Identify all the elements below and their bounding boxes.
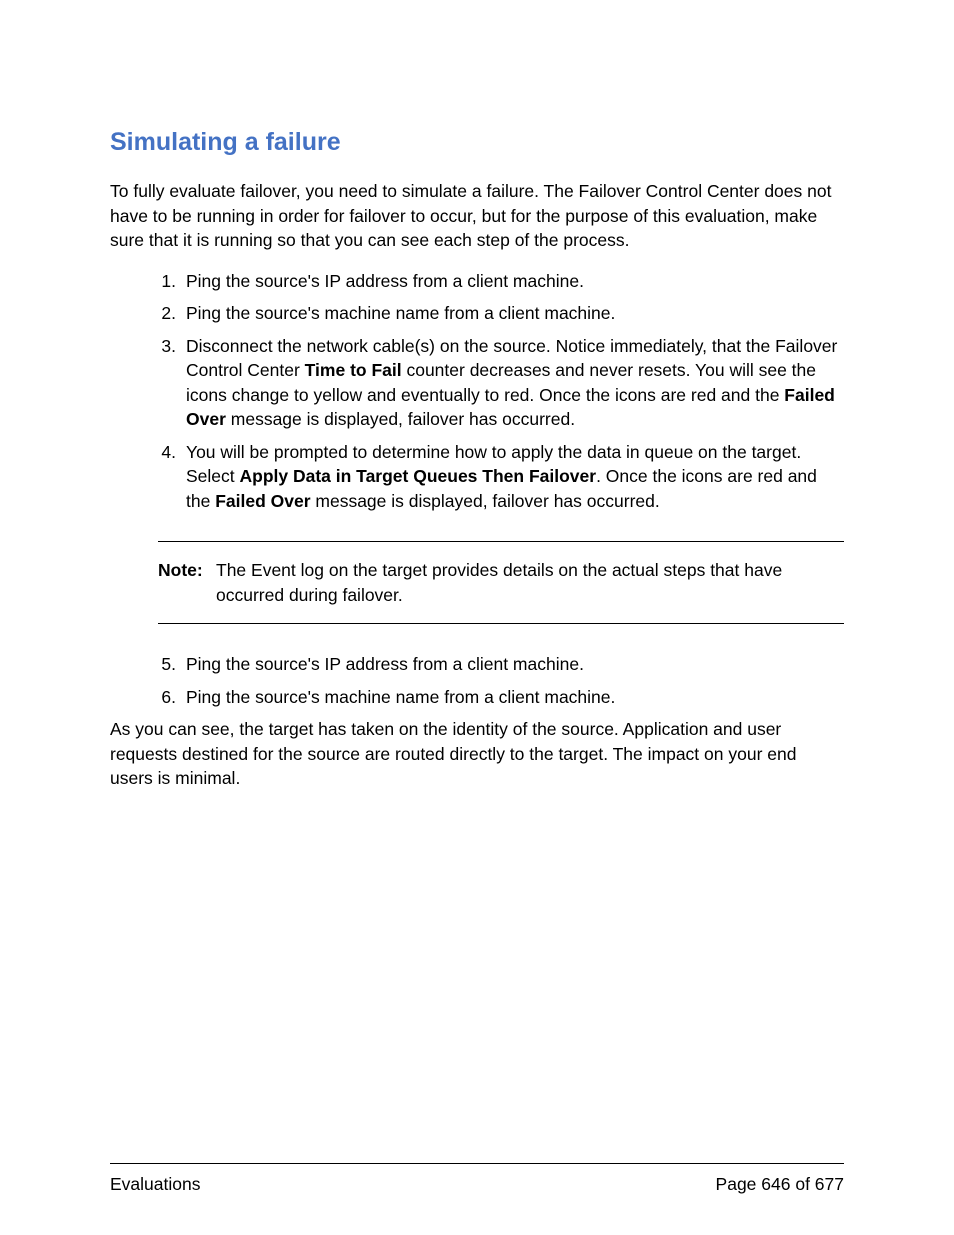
list-item: 5. Ping the source's IP address from a c… [158, 652, 844, 677]
note-row: Note: The Event log on the target provid… [158, 558, 844, 607]
list-text: Ping the source's IP address from a clie… [186, 652, 844, 677]
text-segment: message is displayed, failover has occur… [226, 409, 575, 429]
bold-text: Time to Fail [305, 360, 402, 380]
list-text: Disconnect the network cable(s) on the s… [186, 334, 844, 432]
page-content: Simulating a failure To fully evaluate f… [0, 0, 954, 791]
list-text: You will be prompted to determine how to… [186, 440, 844, 514]
list-item: 1. Ping the source's IP address from a c… [158, 269, 844, 294]
list-number: 4. [158, 440, 186, 514]
list-number: 2. [158, 301, 186, 326]
outro-paragraph: As you can see, the target has taken on … [110, 717, 844, 791]
intro-paragraph: To fully evaluate failover, you need to … [110, 179, 844, 253]
list-number: 3. [158, 334, 186, 432]
list-item: 2. Ping the source's machine name from a… [158, 301, 844, 326]
page-footer: Evaluations Page 646 of 677 [110, 1163, 844, 1195]
note-block: Note: The Event log on the target provid… [158, 541, 844, 624]
list-text: Ping the source's machine name from a cl… [186, 301, 844, 326]
footer-section-name: Evaluations [110, 1174, 200, 1195]
list-text: Ping the source's IP address from a clie… [186, 269, 844, 294]
note-text: The Event log on the target provides det… [216, 558, 844, 607]
list-item: 6. Ping the source's machine name from a… [158, 685, 844, 710]
list-number: 5. [158, 652, 186, 677]
list-number: 6. [158, 685, 186, 710]
footer-page-number: Page 646 of 677 [716, 1174, 844, 1195]
ordered-list: 1. Ping the source's IP address from a c… [110, 269, 844, 514]
ordered-list-continued: 5. Ping the source's IP address from a c… [110, 652, 844, 709]
list-number: 1. [158, 269, 186, 294]
list-item: 3. Disconnect the network cable(s) on th… [158, 334, 844, 432]
text-segment: message is displayed, failover has occur… [311, 491, 660, 511]
bold-text: Apply Data in Target Queues Then Failove… [240, 466, 597, 486]
list-text: Ping the source's machine name from a cl… [186, 685, 844, 710]
section-heading: Simulating a failure [110, 128, 844, 157]
bold-text: Failed Over [215, 491, 310, 511]
note-label: Note: [158, 558, 216, 607]
list-item: 4. You will be prompted to determine how… [158, 440, 844, 514]
